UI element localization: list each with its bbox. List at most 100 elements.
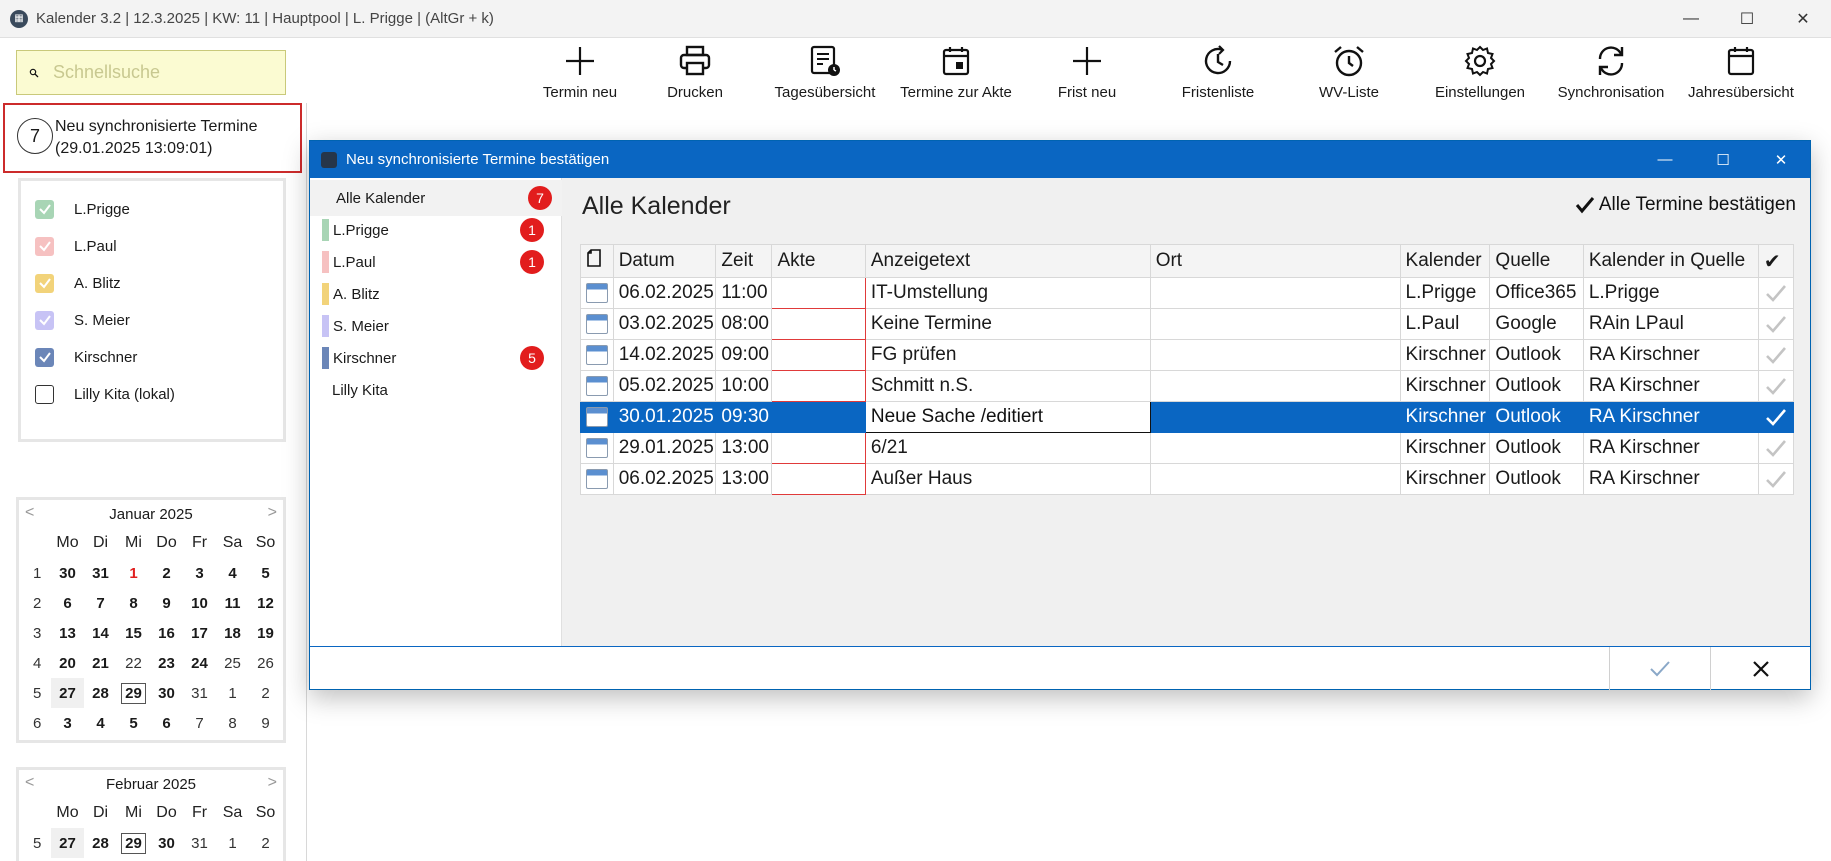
checkmark-icon[interactable]: [1764, 374, 1788, 398]
calendar-day[interactable]: 13: [51, 618, 84, 648]
calendar-filter-item[interactable]: L.Prigge 1: [322, 212, 554, 248]
calendar-day[interactable]: 27: [51, 678, 84, 708]
calendar-filter-item[interactable]: A. Blitz: [322, 276, 554, 312]
calendar-day[interactable]: 12: [249, 588, 282, 618]
calendar-day[interactable]: 23: [150, 648, 183, 678]
cell-akte[interactable]: [771, 277, 866, 309]
einstellungen-button[interactable]: Einstellungen: [1414, 42, 1546, 106]
table-row[interactable]: 03.02.2025 08:00 Keine Termine L.Paul Google…: [580, 308, 1795, 340]
search-input[interactable]: [53, 62, 285, 83]
checkbox-checked[interactable]: [35, 310, 54, 330]
table-row[interactable]: 05.02.2025 10:00 Schmitt n.S. Kirschner Outl…: [580, 370, 1795, 402]
calendar-item-lpaul[interactable]: L.Paul: [35, 234, 117, 258]
checkbox-checked[interactable]: [35, 236, 54, 256]
calendar-day[interactable]: 18: [216, 618, 249, 648]
column-header-akte[interactable]: Akte: [771, 244, 866, 278]
calendar-day[interactable]: 30: [51, 558, 84, 588]
calendar-day[interactable]: 5: [117, 708, 150, 738]
column-header-kalender-in-quelle[interactable]: Kalender in Quelle: [1582, 244, 1759, 278]
cell-confirm[interactable]: [1757, 277, 1795, 309]
next-month-button[interactable]: >: [268, 504, 277, 522]
checkbox-unchecked[interactable]: [35, 384, 54, 404]
calendar-item-lprigge[interactable]: L.Prigge: [35, 197, 130, 221]
calendar-filter-item[interactable]: S. Meier: [322, 308, 554, 344]
calendar-day[interactable]: 8: [216, 708, 249, 738]
calendar-day[interactable]: 31: [183, 678, 216, 708]
column-header-zeit[interactable]: Zeit: [715, 244, 773, 278]
cell-anzeigetext[interactable]: Außer Haus: [864, 463, 1151, 495]
ok-button[interactable]: [1609, 647, 1710, 690]
frist-neu-button[interactable]: Frist neu: [1022, 42, 1152, 106]
cell-anzeigetext[interactable]: FG prüfen: [864, 339, 1151, 371]
checkbox-checked[interactable]: [35, 273, 54, 293]
cell-confirm[interactable]: [1757, 463, 1795, 495]
calendar-day[interactable]: 5: [249, 558, 282, 588]
close-button[interactable]: ✕: [1775, 0, 1831, 38]
calendar-day[interactable]: 31: [183, 828, 216, 858]
calendar-day[interactable]: 1: [216, 678, 249, 708]
prev-month-button[interactable]: <: [25, 504, 34, 522]
cell-anzeigetext[interactable]: 6/21: [864, 432, 1151, 464]
cell-akte[interactable]: [771, 370, 866, 402]
calendar-day[interactable]: 6: [150, 708, 183, 738]
calendar-day[interactable]: 1: [117, 558, 150, 588]
checkmark-icon[interactable]: [1764, 405, 1788, 429]
calendar-day[interactable]: 1: [216, 828, 249, 858]
calendar-day[interactable]: 9: [150, 588, 183, 618]
calendar-day[interactable]: 24: [183, 648, 216, 678]
checkbox-checked[interactable]: [35, 199, 54, 219]
search-icon[interactable]: [29, 58, 39, 88]
table-row[interactable]: 30.01.2025 09:30 Neue Sache /editiert Kirsc…: [580, 401, 1795, 433]
cell-akte[interactable]: [771, 432, 866, 464]
maximize-button[interactable]: ☐: [1719, 0, 1775, 38]
cell-anzeigetext[interactable]: IT-Umstellung: [864, 277, 1151, 309]
cell-akte[interactable]: [771, 463, 866, 495]
calendar-day[interactable]: 29: [117, 678, 150, 708]
table-row[interactable]: 29.01.2025 13:00 6/21 Kirschner Outlook RA Ki…: [580, 432, 1795, 464]
calendar-day[interactable]: 31: [84, 558, 117, 588]
calendar-item-ablitz[interactable]: A. Blitz: [35, 271, 121, 295]
minimize-button[interactable]: —: [1663, 0, 1719, 38]
table-row[interactable]: 06.02.2025 13:00 Außer Haus Kirschner Outloo…: [580, 463, 1795, 495]
column-header-quelle[interactable]: Quelle: [1489, 244, 1584, 278]
calendar-filter-item[interactable]: Alle Kalender 7: [310, 180, 562, 216]
cell-akte[interactable]: [771, 339, 866, 371]
calendar-day[interactable]: 6: [51, 588, 84, 618]
column-header-copy[interactable]: [580, 244, 614, 278]
cell-confirm[interactable]: [1757, 308, 1795, 340]
cell-anzeigetext[interactable]: Keine Termine: [864, 308, 1151, 340]
calendar-day[interactable]: 4: [216, 558, 249, 588]
calendar-item-kirschner[interactable]: Kirschner: [35, 345, 137, 369]
table-row[interactable]: 06.02.2025 11:00 IT-Umstellung L.Prigge Offi…: [580, 277, 1795, 309]
calendar-day[interactable]: 4: [84, 708, 117, 738]
calendar-day[interactable]: 3: [183, 558, 216, 588]
cell-confirm[interactable]: [1757, 370, 1795, 402]
tagesuebersicht-button[interactable]: Tagesübersicht: [760, 42, 890, 106]
calendar-day[interactable]: 10: [183, 588, 216, 618]
next-month-button[interactable]: >: [268, 774, 277, 792]
wv-liste-button[interactable]: WV-Liste: [1284, 42, 1414, 106]
cell-confirm[interactable]: [1757, 339, 1795, 371]
calendar-day[interactable]: 25: [216, 648, 249, 678]
fristenliste-button[interactable]: Fristenliste: [1152, 42, 1284, 106]
calendar-item-smeier[interactable]: S. Meier: [35, 308, 130, 332]
calendar-filter-item[interactable]: L.Paul 1: [322, 244, 554, 280]
dialog-close-button[interactable]: ✕: [1752, 141, 1810, 178]
calendar-day[interactable]: 3: [51, 708, 84, 738]
calendar-day[interactable]: 14: [84, 618, 117, 648]
prev-month-button[interactable]: <: [25, 774, 34, 792]
calendar-day[interactable]: 30: [150, 678, 183, 708]
checkmark-icon[interactable]: [1764, 467, 1788, 491]
calendar-day[interactable]: 15: [117, 618, 150, 648]
calendar-day[interactable]: 9: [249, 708, 282, 738]
cell-confirm[interactable]: [1757, 432, 1795, 464]
calendar-day[interactable]: 17: [183, 618, 216, 648]
calendar-day[interactable]: 11: [216, 588, 249, 618]
cell-akte[interactable]: [771, 401, 866, 433]
calendar-day[interactable]: 2: [249, 828, 282, 858]
column-header-kalender[interactable]: Kalender: [1399, 244, 1491, 278]
calendar-day[interactable]: 26: [249, 648, 282, 678]
cell-confirm[interactable]: [1757, 401, 1795, 433]
column-header-anzeigetext[interactable]: Anzeigetext: [864, 244, 1151, 278]
column-header-confirm[interactable]: ✔: [1757, 244, 1795, 278]
